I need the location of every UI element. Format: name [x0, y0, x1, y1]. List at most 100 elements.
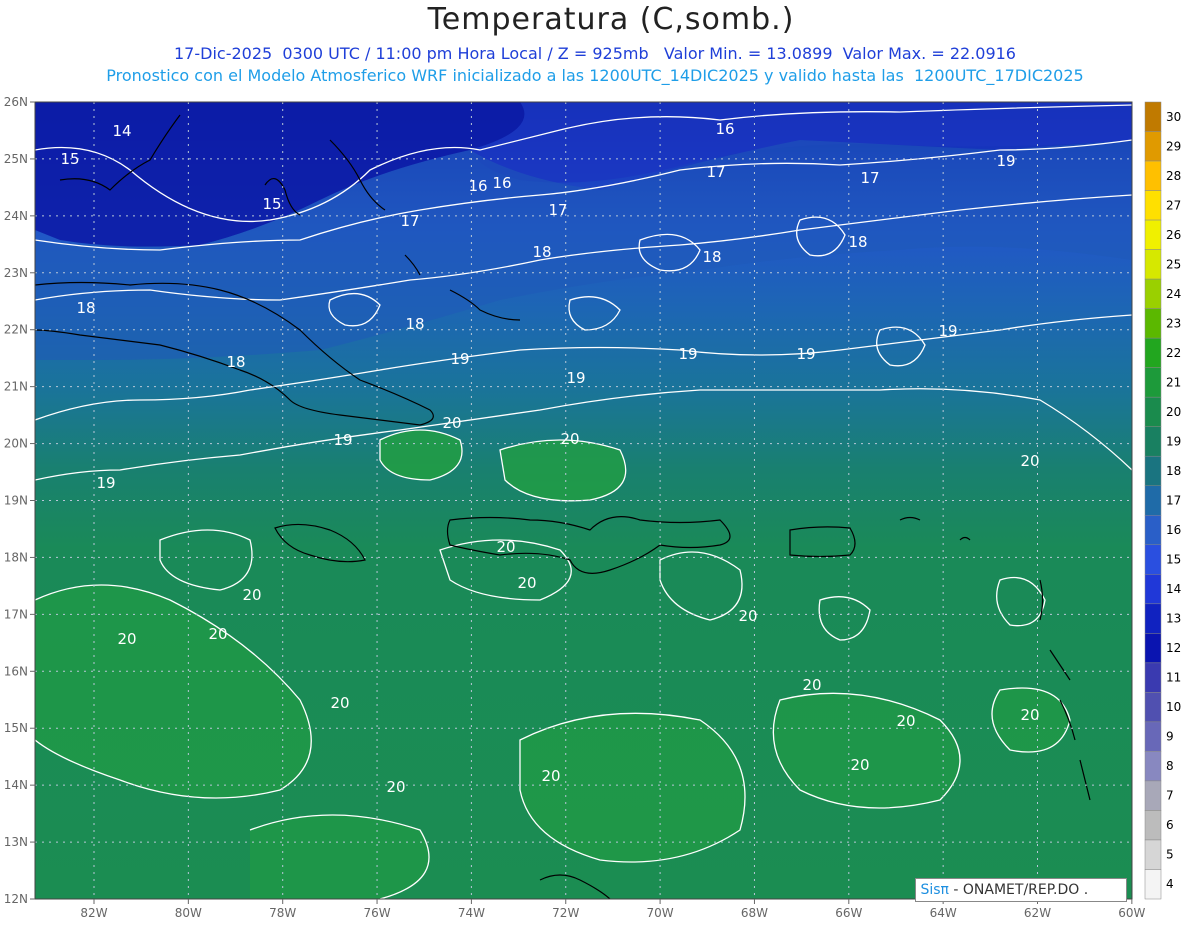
longitude-tick-label: 66W — [835, 906, 862, 920]
isotherm-label: 17 — [400, 212, 419, 230]
colorbar-swatch — [1144, 219, 1162, 250]
isotherm-label: 19 — [678, 345, 697, 363]
isotherm-label: 20 — [442, 414, 461, 432]
isotherm-label: 17 — [860, 169, 879, 187]
latitude-tick-label: 23N — [4, 266, 28, 280]
isotherm-label: 20 — [330, 694, 349, 712]
latitude-tick-label: 22N — [4, 323, 28, 337]
colorbar-level-label: 19 — [1166, 434, 1181, 448]
colorbar-level-label: 18 — [1166, 464, 1181, 478]
isotherm-label: 19 — [450, 350, 469, 368]
colorbar-level-label: 27 — [1166, 198, 1181, 212]
isotherm-label: 18 — [76, 299, 95, 317]
colorbar-swatch — [1144, 721, 1162, 752]
colorbar-level-label: 10 — [1166, 700, 1181, 714]
temperature-map: 14 15 16 16 15 16 17 17 17 17 18 18 18 18 18 18 19 19 19 19… — [4, 95, 1182, 920]
colorbar-swatch — [1144, 426, 1162, 457]
latitude-tick-label: 20N — [4, 437, 28, 451]
colorbar-level-label: 23 — [1166, 316, 1181, 330]
colorbar-swatch — [1144, 574, 1162, 605]
colorbar-swatch — [1144, 603, 1162, 634]
isotherm-label: 18 — [702, 248, 721, 266]
colorbar-swatch — [1144, 633, 1162, 664]
isotherm-label: 20 — [517, 574, 536, 592]
isotherm-label: 16 — [715, 120, 734, 138]
longitude-tick-label: 72W — [552, 906, 579, 920]
isotherm-label: 20 — [386, 778, 405, 796]
colorbar-level-label: 12 — [1166, 641, 1181, 655]
colorbar-level-label: 5 — [1166, 848, 1174, 862]
latitude-tick-label: 21N — [4, 380, 28, 394]
isotherm-label: 16 — [492, 174, 511, 192]
isotherm-label: 16 — [468, 177, 487, 195]
colorbar-swatch — [1144, 278, 1162, 309]
colorbar-level-label: 20 — [1166, 405, 1181, 419]
isotherm-label: 20 — [896, 712, 915, 730]
isotherm-label: 14 — [112, 122, 131, 140]
isotherm-label: 18 — [848, 233, 867, 251]
latitude-tick-label: 14N — [4, 778, 28, 792]
isotherm-label: 20 — [1020, 706, 1039, 724]
colorbar-level-label: 25 — [1166, 257, 1181, 271]
latitude-tick-label: 15N — [4, 721, 28, 735]
latitude-tick-label: 12N — [4, 892, 28, 906]
colorbar-level-label: 11 — [1166, 671, 1181, 685]
isotherm-label: 20 — [117, 630, 136, 648]
credit-logo: Sisπ — [920, 882, 949, 898]
latitude-tick-label: 24N — [4, 209, 28, 223]
isotherm-label: 18 — [532, 243, 551, 261]
isotherm-label: 15 — [60, 150, 79, 168]
isotherm-label: 20 — [242, 586, 261, 604]
colorbar-swatch — [1144, 160, 1162, 191]
isotherm-label: 18 — [226, 353, 245, 371]
credit-text: - ONAMET/REP.DO . — [953, 882, 1089, 898]
longitude-tick-label: 70W — [647, 906, 674, 920]
isotherm-label: 20 — [850, 756, 869, 774]
colorbar-level-label: 6 — [1166, 818, 1174, 832]
latitude-tick-label: 18N — [4, 550, 28, 564]
colorbar-level-label: 4 — [1166, 877, 1174, 891]
colorbar-swatch — [1144, 455, 1162, 486]
latitude-tick-label: 17N — [4, 607, 28, 621]
isotherm-label: 19 — [333, 431, 352, 449]
isotherm-label: 20 — [1020, 452, 1039, 470]
isotherm-label: 19 — [796, 345, 815, 363]
isotherm-label: 20 — [560, 430, 579, 448]
longitude-tick-label: 64W — [930, 906, 957, 920]
longitude-axis: 82W 80W 78W 76W 74W 72W 70W 68W 66W 64W 62W 60W — [80, 899, 1146, 920]
isotherm-label: 17 — [706, 163, 725, 181]
isotherm-label: 20 — [738, 607, 757, 625]
map-plot-area: 14 15 16 16 15 16 17 17 17 17 18 18 18 18 18 18 19 19 19 19… — [35, 102, 1132, 899]
isotherm-label: 15 — [262, 195, 281, 213]
isotherm-label: 19 — [96, 474, 115, 492]
isotherm-label: 18 — [405, 315, 424, 333]
isotherm-label: 20 — [802, 676, 821, 694]
isotherm-label: 20 — [541, 767, 560, 785]
colorbar-level-label: 29 — [1166, 139, 1181, 153]
colorbar-level-label: 13 — [1166, 612, 1181, 626]
colorbar-level-label: 14 — [1166, 582, 1181, 596]
colorbar-level-label: 15 — [1166, 553, 1181, 567]
isotherm-label: 19 — [938, 322, 957, 340]
longitude-tick-label: 62W — [1024, 906, 1051, 920]
colorbar-swatch — [1144, 101, 1162, 132]
colorbar-level-label: 9 — [1166, 730, 1174, 744]
colorbar-swatch — [1144, 249, 1162, 280]
colorbar-swatch — [1144, 485, 1162, 516]
colorbar-swatch — [1144, 839, 1162, 870]
colorbar-swatch — [1144, 308, 1162, 339]
temperature-colorbar: 30 29 28 27 26 25 24 23 22 21 20 19 18 17 16 15 14 13 12 11… — [1144, 101, 1181, 900]
longitude-tick-label: 80W — [175, 906, 202, 920]
colorbar-level-label: 30 — [1166, 110, 1181, 124]
isotherm-label: 19 — [996, 152, 1015, 170]
latitude-tick-label: 25N — [4, 152, 28, 166]
colorbar-swatch — [1144, 810, 1162, 841]
colorbar-swatch — [1144, 367, 1162, 398]
colorbar-swatch — [1144, 515, 1162, 546]
colorbar-swatch — [1144, 751, 1162, 782]
longitude-tick-label: 76W — [363, 906, 390, 920]
colorbar-swatch — [1144, 131, 1162, 162]
colorbar-level-label: 17 — [1166, 494, 1181, 508]
colorbar-level-label: 26 — [1166, 228, 1181, 242]
longitude-tick-label: 60W — [1118, 906, 1145, 920]
